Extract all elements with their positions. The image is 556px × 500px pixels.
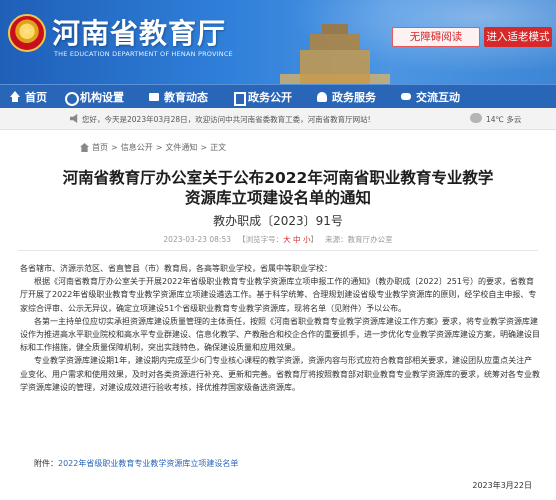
breadcrumb: 首页 > 信息公开 > 文件通知 > 正文 (80, 142, 226, 153)
notice-bar: 您好，今天是2023年03月28日，欢迎访问中共河南省委教育工委，河南省教育厅网… (0, 108, 556, 130)
nav-item-org[interactable]: 机构设置 (52, 85, 136, 109)
chat-icon (400, 91, 412, 103)
paragraph: 专业教学资源库建设期1年，建设期内完成至少6门专业核心课程的教学资源，资源内容与… (20, 356, 540, 392)
gov-icon (232, 91, 246, 106)
home-icon (9, 91, 21, 103)
nav-label: 教育动态 (164, 91, 208, 104)
breadcrumb-notices[interactable]: 文件通知 (165, 142, 197, 153)
nav-label: 机构设置 (80, 91, 124, 104)
font-size-label-end: 】 (310, 235, 318, 244)
nav-item-home[interactable]: 首页 (0, 85, 52, 109)
site-title[interactable]: 河南省教育厅 (52, 12, 226, 52)
site-header: 河南省教育厅 THE EDUCATION DEPARTMENT OF HENAN… (0, 0, 556, 84)
speaker-icon (70, 114, 78, 123)
font-size-large[interactable]: 大 (283, 235, 291, 244)
attachment: 附件：2022年省级职业教育专业教学资源库立项建设名单 (34, 458, 238, 469)
nav-item-gov[interactable]: 政务公开 (220, 85, 304, 109)
article-source: 来源：教育厅办公室 (325, 235, 393, 244)
title-line-2: 资源库立项建设名单的通知 (184, 189, 371, 207)
font-size-medium[interactable]: 中 (293, 235, 301, 244)
divider (18, 250, 538, 251)
article-title: 河南省教育厅办公室关于公布2022年河南省职业教育专业教学 资源库立项建设名单的… (20, 168, 536, 208)
article-body: 各省辖市、济源示范区、省直管县（市）教育局，各高等职业学校，省属中等职业学校： … (20, 262, 540, 394)
attachment-label: 附件： (34, 459, 58, 468)
document-number: 教办职成〔2023〕91号 (213, 214, 343, 228)
nav-item-chat[interactable]: 交流互动 (388, 85, 472, 109)
site-title-en: THE EDUCATION DEPARTMENT OF HENAN PROVIN… (54, 50, 233, 58)
service-icon (316, 91, 328, 103)
org-icon (64, 91, 79, 106)
news-icon (148, 91, 160, 103)
paragraph: 各第一主持单位应切实承担资源库建设质量管理的主体责任，按照《河南省职业教育专业教… (20, 316, 540, 353)
sign-date: 2023年3月22日 (472, 481, 532, 490)
breadcrumb-home[interactable]: 首页 (92, 142, 108, 153)
national-emblem-icon (8, 14, 46, 52)
paragraph: 根据《河南省教育厅办公室关于开展2022年省级职业教育专业教学资源库立项申报工作… (20, 277, 537, 313)
building-illustration (280, 22, 390, 84)
title-line-1: 河南省教育厅办公室关于公布2022年河南省职业教育专业教学 (62, 169, 494, 187)
welcome-message: 您好，今天是2023年03月28日，欢迎访问中共河南省委教育工委，河南省教育厅网… (82, 115, 371, 124)
font-size-label: 【浏览字号： (238, 235, 284, 244)
greeting: 各省辖市、济源示范区、省直管县（市）教育局，各高等职业学校，省属中等职业学校： (20, 264, 332, 273)
nav-item-news[interactable]: 教育动态 (136, 85, 220, 109)
nav-label: 政务公开 (248, 91, 292, 104)
main-nav: 首页 机构设置 教育动态 政务公开 政务服务 交流互动 (0, 84, 556, 108)
elder-mode-button[interactable]: 进入适老模式 (484, 27, 552, 47)
nav-label: 交流互动 (416, 91, 460, 104)
article-meta: 2023-03-23 08:53 【浏览字号：大 中 小】 来源：教育厅办公室 (20, 234, 536, 245)
home-icon (80, 143, 89, 152)
nav-label: 政务服务 (332, 91, 376, 104)
weather-text: 14℃ 多云 (486, 115, 522, 124)
nav-label: 首页 (25, 91, 47, 104)
attachment-link[interactable]: 2022年省级职业教育专业教学资源库立项建设名单 (58, 459, 238, 468)
breadcrumb-info[interactable]: 信息公开 (121, 142, 153, 153)
cloud-icon (470, 113, 482, 123)
publish-datetime: 2023-03-23 08:53 (163, 235, 231, 244)
breadcrumb-current: 正文 (210, 143, 227, 152)
nav-item-service[interactable]: 政务服务 (304, 85, 388, 109)
accessible-reading-button[interactable]: 无障碍阅读 (392, 27, 480, 47)
